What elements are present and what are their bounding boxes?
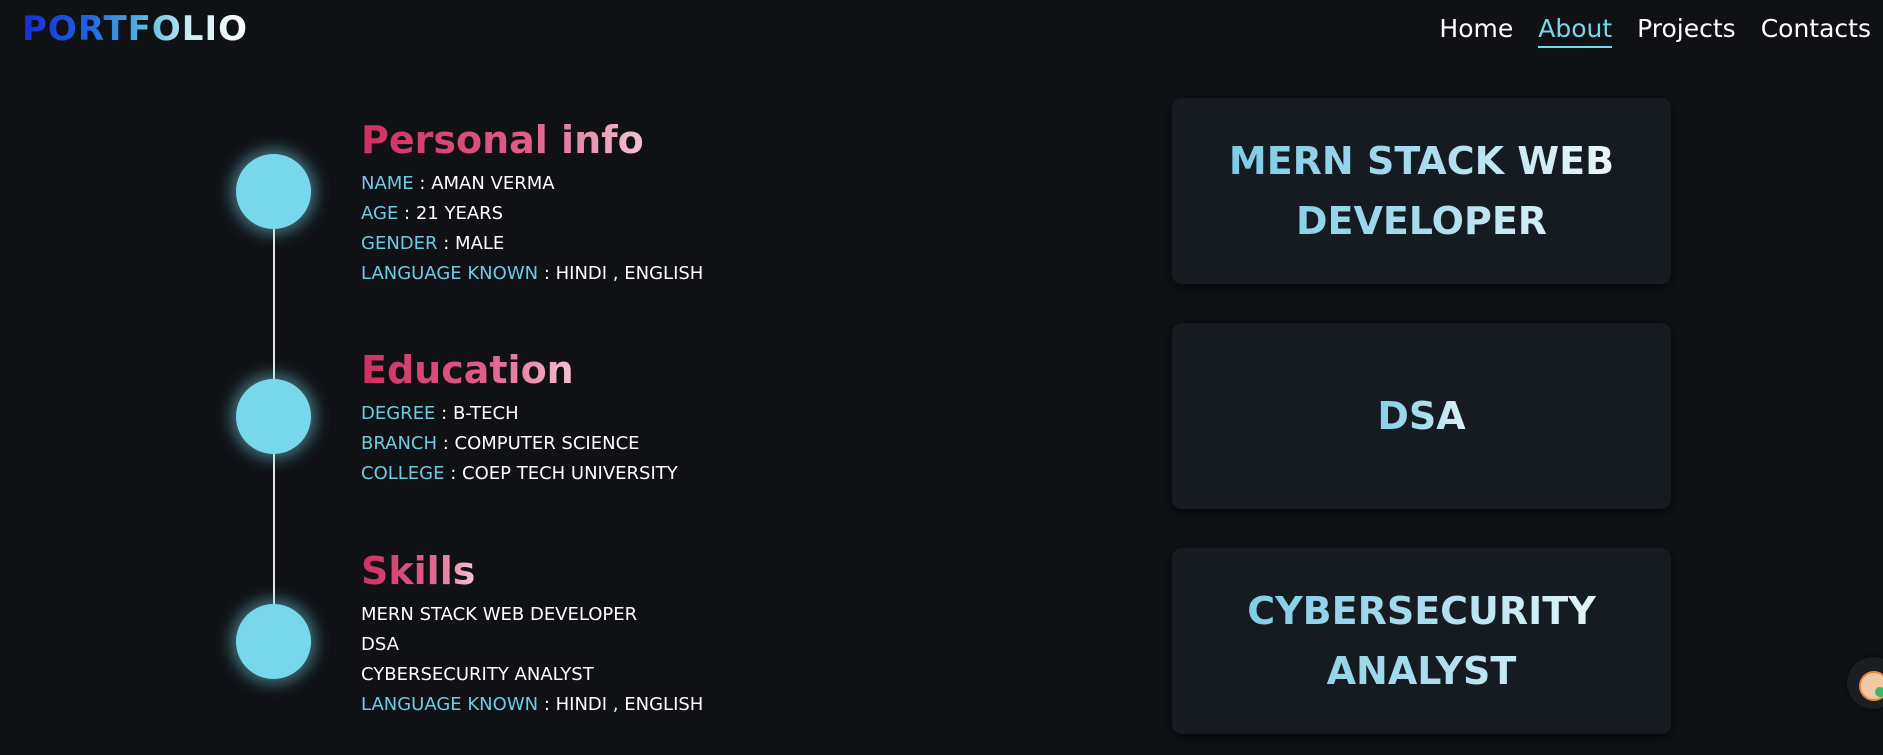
skill-item: DSA [361,634,399,655]
info-value: B-TECH [452,403,519,424]
info-key: BRANCH [361,433,438,454]
skill-card-mern[interactable]: MERN STACK WEB DEVELOPER [1172,98,1671,284]
info-row-college: COLLEGE : COEP TECH UNIVERSITY [361,459,678,489]
info-row-language: LANGUAGE KNOWN : HINDI , ENGLISH [361,690,703,720]
info-row-name: NAME : AMAN VERMA [361,169,703,199]
info-sep: : [437,233,456,254]
nav-home[interactable]: Home [1439,14,1513,48]
info-row-language: LANGUAGE KNOWN : HINDI , ENGLISH [361,259,703,289]
info-key: LANGUAGE KNOWN [361,263,539,284]
info-value: MALE [455,233,505,254]
info-key: DEGREE [361,403,436,424]
skills-title: Skills [361,549,476,593]
timeline-dot-skills [236,604,311,679]
skill-card-label: CYBERSECURITY ANALYST [1172,581,1671,701]
info-sep: : [538,263,556,284]
skill-item: CYBERSECURITY ANALYST [361,664,594,685]
main-nav: Home About Projects Contacts [1439,14,1871,48]
skill-item: MERN STACK WEB DEVELOPER [361,604,638,625]
info-value: COEP TECH UNIVERSITY [462,463,678,484]
info-key: GENDER [361,233,438,254]
info-row-age: AGE : 21 YEARS [361,199,703,229]
skill-card-dsa[interactable]: DSA [1172,323,1671,509]
info-key: LANGUAGE KNOWN [361,694,539,715]
info-row-branch: BRANCH : COMPUTER SCIENCE [361,429,678,459]
info-value: HINDI , ENGLISH [555,263,704,284]
info-value: 21 YEARS [415,203,504,224]
skill-card-cybersecurity[interactable]: CYBERSECURITY ANALYST [1172,548,1671,734]
info-sep: : [538,694,556,715]
personal-info-section: Personal info NAME : AMAN VERMA AGE : 21… [361,117,703,289]
info-value: COMPUTER SCIENCE [454,433,640,454]
info-row-gender: GENDER : MALE [361,229,703,259]
info-sep: : [437,433,455,454]
timeline-dot-education [236,379,311,454]
education-section: Education DEGREE : B-TECH BRANCH : COMPU… [361,347,678,489]
info-value: HINDI , ENGLISH [555,694,704,715]
info-sep: : [398,203,416,224]
personal-info-title: Personal info [361,118,644,162]
info-sep: : [444,463,463,484]
info-sep: : [413,173,432,194]
skill-card-label: MERN STACK WEB DEVELOPER [1172,131,1671,251]
nav-about[interactable]: About [1538,14,1613,48]
info-key: NAME [361,173,414,194]
info-value: AMAN VERMA [431,173,555,194]
info-sep: : [435,403,453,424]
info-key: AGE [361,203,399,224]
online-status-icon [1875,687,1883,697]
info-row-degree: DEGREE : B-TECH [361,399,678,429]
portfolio-logo[interactable]: PORTFOLIO [22,9,248,49]
nav-contacts[interactable]: Contacts [1761,14,1871,48]
skills-section: Skills MERN STACK WEB DEVELOPER DSA CYBE… [361,548,703,720]
skill-card-label: DSA [1347,386,1495,446]
info-key: COLLEGE [361,463,445,484]
timeline-dot-personal [236,154,311,229]
nav-projects[interactable]: Projects [1637,14,1736,48]
avatar-chat-icon[interactable] [1847,657,1883,709]
education-title: Education [361,348,574,392]
